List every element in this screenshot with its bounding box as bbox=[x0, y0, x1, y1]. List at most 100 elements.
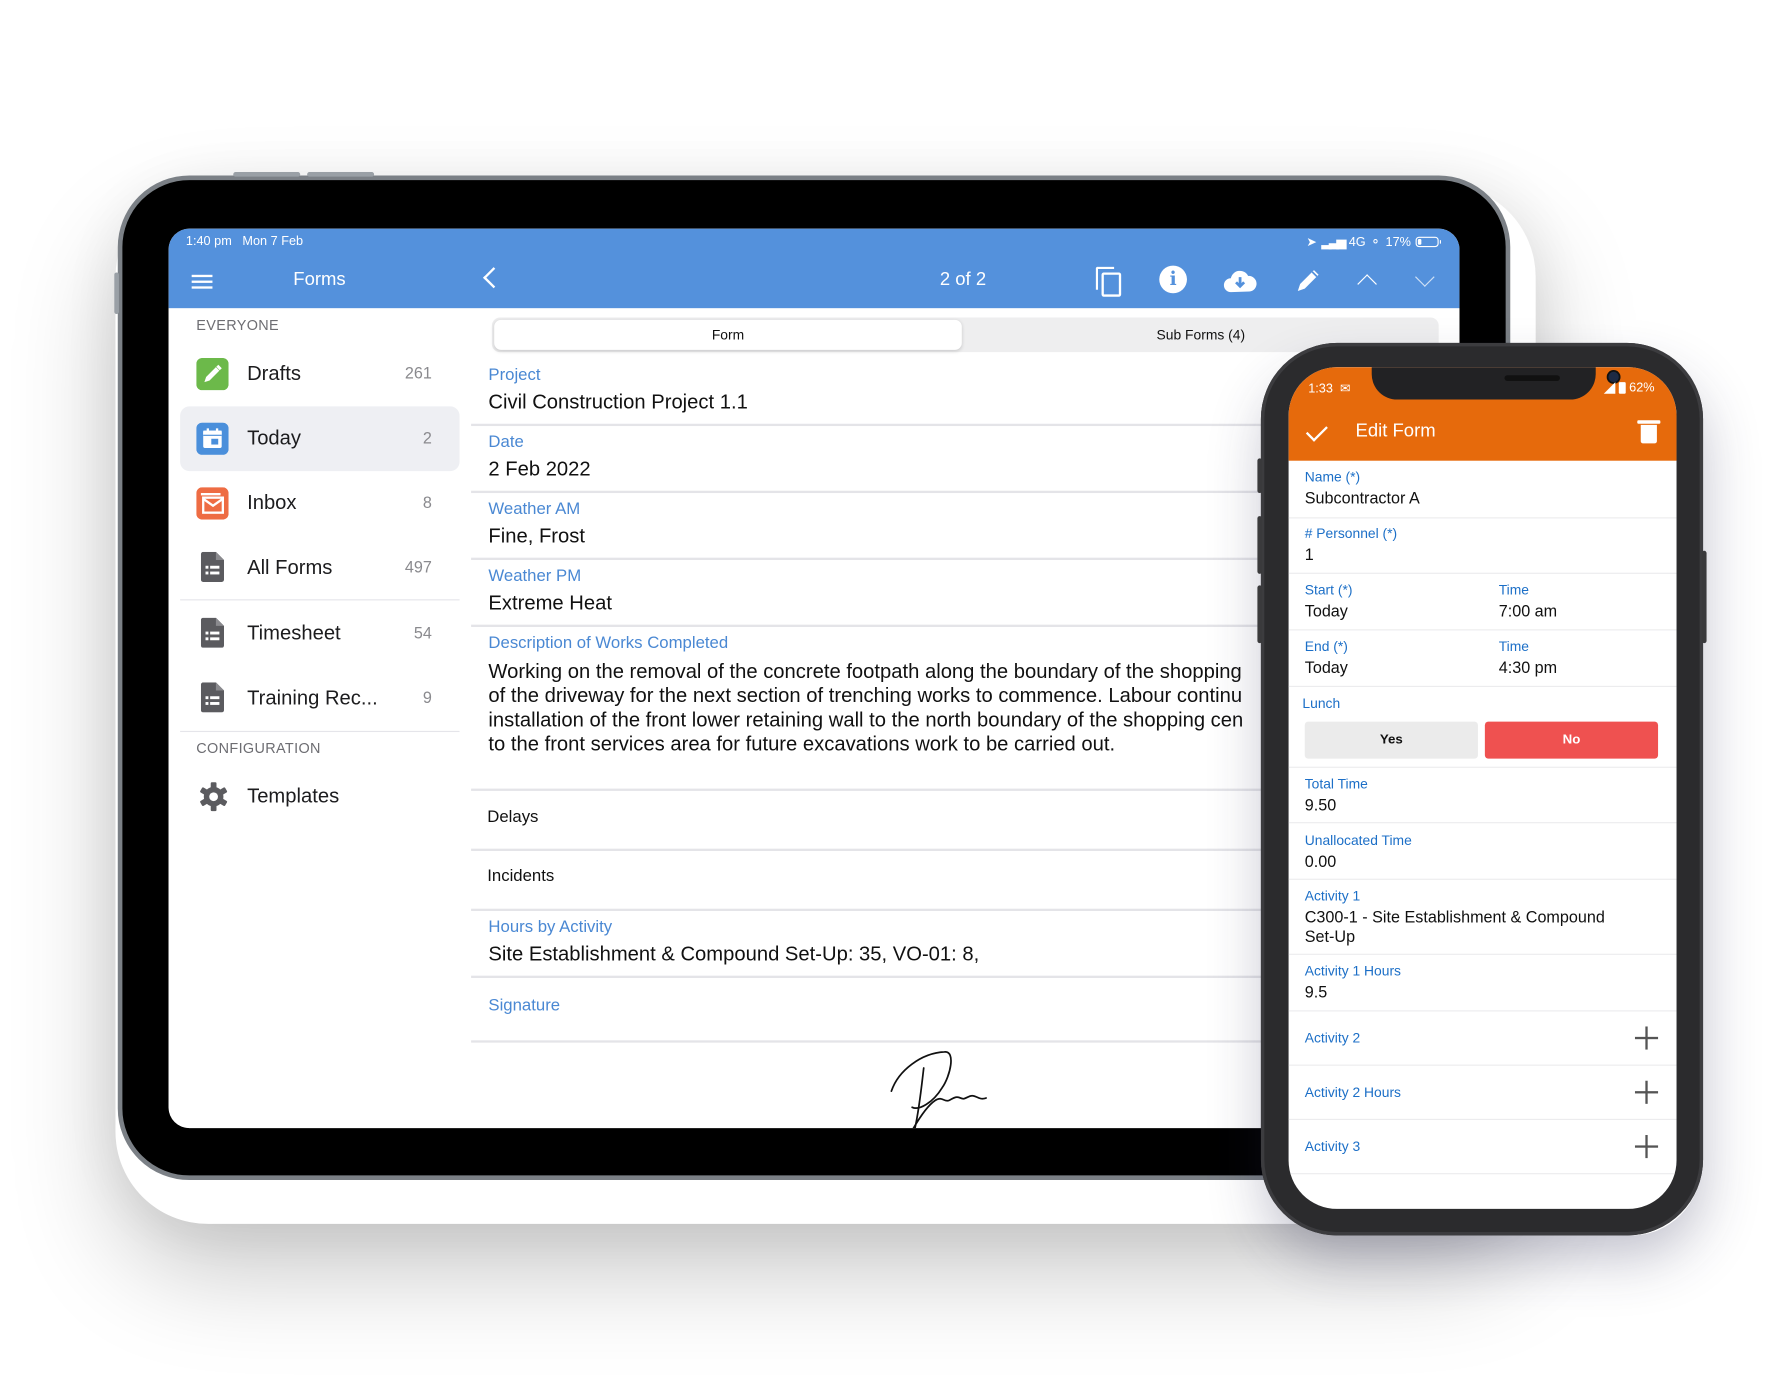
rotation-lock-icon: ⚬ bbox=[1370, 235, 1381, 250]
sidebar-item-timesheet[interactable]: Timesheet 54 bbox=[180, 602, 459, 667]
lunch-no-button[interactable]: No bbox=[1484, 721, 1659, 759]
battery-percent: 62% bbox=[1629, 381, 1655, 395]
divider bbox=[1288, 572, 1677, 574]
tablet-side-button bbox=[114, 272, 119, 315]
cloud-download-icon[interactable] bbox=[1223, 268, 1258, 293]
add-icon[interactable] bbox=[1634, 1080, 1659, 1104]
pencil-icon[interactable] bbox=[1293, 266, 1323, 296]
divider bbox=[1288, 1173, 1677, 1175]
phone-status-indicators: 62% bbox=[1603, 381, 1655, 395]
description-line: to the front services area for future ex… bbox=[488, 732, 1116, 756]
signature-image bbox=[890, 1051, 987, 1129]
sidebar-item-count: 2 bbox=[422, 428, 432, 447]
calendar-icon bbox=[196, 422, 229, 455]
battery-icon bbox=[1415, 236, 1441, 248]
field-value: Fine, Frost bbox=[488, 524, 585, 548]
tablet-status-indicators: ➤ ▂▃▅ 4G ⚬ 17% bbox=[1306, 234, 1441, 250]
tablet-button bbox=[307, 172, 375, 177]
start-time-value[interactable]: 7:00 am bbox=[1499, 602, 1557, 620]
field-label: Signature bbox=[488, 996, 561, 1015]
phone-button bbox=[1257, 516, 1263, 574]
field-label: Description of Works Completed bbox=[488, 633, 729, 653]
sidebar-item-label: Drafts bbox=[247, 361, 302, 385]
copy-icon[interactable] bbox=[1093, 266, 1123, 297]
divider bbox=[1288, 878, 1677, 880]
field-name[interactable]: Name (*) Subcontractor A bbox=[1289, 469, 1677, 522]
phone-screen: 1:33 ✉ 62% Edit Form Name (*) Subcontrac… bbox=[1288, 367, 1677, 1209]
back-icon[interactable] bbox=[482, 267, 505, 289]
description-line: Working on the removal of the concrete f… bbox=[488, 659, 1242, 683]
divider bbox=[1288, 953, 1677, 955]
sidebar-item-today[interactable]: Today 2 bbox=[180, 406, 460, 472]
field-label: Delays bbox=[487, 808, 539, 827]
add-icon[interactable] bbox=[1634, 1026, 1659, 1050]
check-icon[interactable] bbox=[1305, 419, 1328, 442]
tablet-status-time: 1:40 pm Mon 7 Feb bbox=[186, 234, 303, 248]
gmail-icon: ✉ bbox=[1336, 382, 1351, 397]
divider bbox=[180, 730, 460, 733]
phone-app-bar: 1:33 ✉ 62% Edit Form bbox=[1288, 367, 1677, 461]
menu-icon[interactable] bbox=[191, 274, 213, 289]
phone-status-time: 1:33 ✉ bbox=[1308, 381, 1350, 396]
lunch-yes-button[interactable]: Yes bbox=[1304, 721, 1478, 759]
document-icon bbox=[200, 682, 225, 713]
battery-percent: 17% bbox=[1385, 234, 1411, 249]
field-label: Date bbox=[488, 432, 524, 452]
location-icon: ➤ bbox=[1306, 235, 1318, 250]
section-header-configuration: CONFIGURATION bbox=[196, 740, 321, 757]
field-activity-2[interactable]: Activity 2 bbox=[1289, 1010, 1677, 1064]
field-activity-2-hours[interactable]: Activity 2 Hours bbox=[1289, 1065, 1677, 1119]
chevron-down-icon[interactable] bbox=[1415, 267, 1435, 287]
page-indicator: 2 of 2 bbox=[939, 270, 987, 290]
phone-notch bbox=[1371, 367, 1619, 400]
sidebar-item-inbox[interactable]: Inbox 8 bbox=[180, 471, 459, 536]
sidebar-item-count: 9 bbox=[422, 688, 432, 707]
chevron-up-icon[interactable] bbox=[1357, 274, 1377, 294]
field-value: Set-Up bbox=[1304, 927, 1356, 946]
field-value-multiline: Working on the removal of the concrete f… bbox=[488, 659, 1342, 756]
field-label: Time bbox=[1498, 638, 1530, 655]
sidebar-item-label: Today bbox=[247, 426, 302, 450]
field-activity-3[interactable]: Activity 3 bbox=[1289, 1119, 1677, 1173]
field-value: Civil Construction Project 1.1 bbox=[488, 390, 748, 414]
tab-form[interactable]: Form bbox=[494, 319, 962, 350]
field-label: Total Time bbox=[1304, 775, 1368, 793]
field-label: Lunch bbox=[1302, 695, 1341, 712]
sidebar-item-count: 261 bbox=[404, 363, 432, 383]
speaker-grille bbox=[1504, 375, 1560, 382]
field-label: Activity 2 Hours bbox=[1304, 1084, 1401, 1101]
sidebar-item-templates[interactable]: Templates bbox=[180, 764, 459, 829]
phone-device: 1:33 ✉ 62% Edit Form Name (*) Subcontrac… bbox=[1257, 342, 1707, 1236]
divider bbox=[1288, 517, 1677, 519]
divider bbox=[1288, 766, 1677, 768]
field-label: Time bbox=[1498, 581, 1530, 599]
field-value: 0.00 bbox=[1304, 852, 1337, 871]
sidebar-item-label: Inbox bbox=[247, 490, 297, 514]
document-icon bbox=[200, 617, 225, 648]
sidebar-item-count: 54 bbox=[413, 623, 432, 642]
status-time: 1:33 bbox=[1308, 382, 1333, 397]
add-icon[interactable] bbox=[1634, 1135, 1659, 1159]
field-value: Today bbox=[1304, 601, 1348, 621]
field-label: # Personnel (*) bbox=[1304, 525, 1398, 542]
pencil-icon bbox=[196, 357, 229, 391]
sidebar-item-drafts[interactable]: Drafts 261 bbox=[180, 342, 459, 407]
field-label: Name (*) bbox=[1304, 468, 1361, 485]
field-label: End (*) bbox=[1304, 638, 1348, 655]
field-value: Today bbox=[1304, 658, 1348, 677]
field-label: Start (*) bbox=[1304, 581, 1353, 599]
field-label: Activity 3 bbox=[1304, 1138, 1361, 1155]
end-time-value[interactable]: 4:30 pm bbox=[1499, 658, 1557, 676]
sidebar: EVERYONE Drafts 261 Today 2 Inbox 8 All … bbox=[168, 308, 472, 1129]
trash-icon[interactable] bbox=[1637, 420, 1661, 444]
description-line: of the driveway for the next section of … bbox=[488, 683, 1243, 707]
phone-button bbox=[1701, 550, 1707, 644]
field-label: Weather AM bbox=[488, 499, 581, 519]
info-icon[interactable]: i bbox=[1159, 265, 1187, 294]
tablet-navigation-bar: 1:40 pm Mon 7 Feb ➤ ▂▃▅ 4G ⚬ 17% Forms 2… bbox=[168, 228, 1460, 309]
signal-icon: ▂▃▅ bbox=[1321, 235, 1347, 250]
divider bbox=[1288, 685, 1677, 688]
sidebar-item-training-records[interactable]: Training Rec... 9 bbox=[180, 666, 459, 731]
sidebar-item-all-forms[interactable]: All Forms 497 bbox=[180, 536, 459, 601]
field-value: Site Establishment & Compound Set-Up: 35… bbox=[488, 942, 980, 966]
